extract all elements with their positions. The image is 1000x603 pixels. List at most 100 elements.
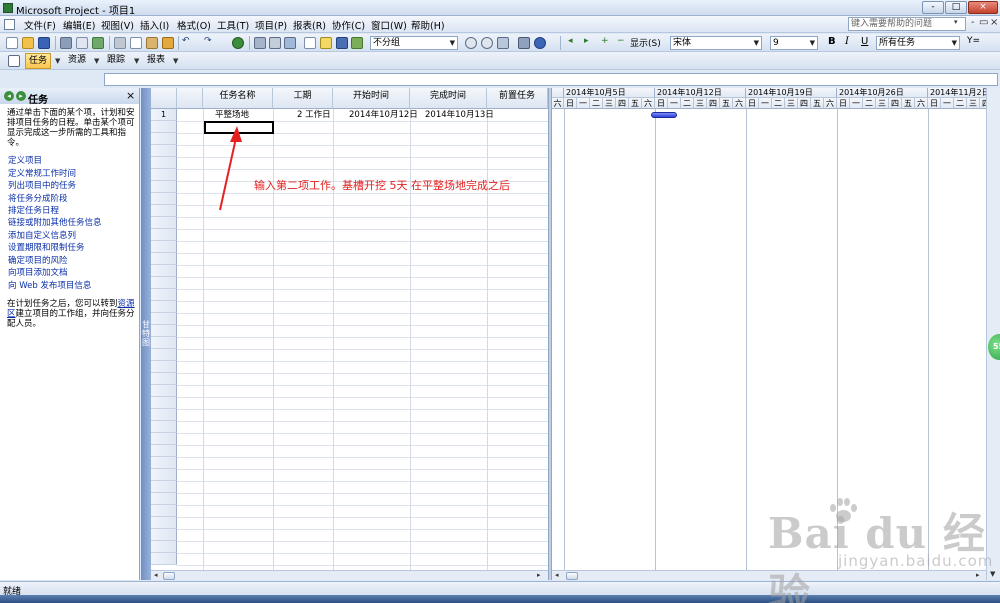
link-link-tasks[interactable]: 链接或附加其他任务信息 — [8, 216, 102, 228]
font-combo[interactable]: 宋体 ▼ — [670, 36, 762, 50]
zoom-in-icon[interactable] — [465, 37, 477, 49]
row-number[interactable] — [151, 409, 177, 421]
help-search-input[interactable]: 键入需要帮助的问题 — [848, 17, 966, 31]
guide-tasks-button[interactable]: 任务 — [25, 53, 51, 69]
link-tasks-icon[interactable] — [254, 37, 266, 49]
split-task-icon[interactable] — [284, 37, 296, 49]
row-number[interactable] — [151, 361, 177, 373]
row-number[interactable] — [151, 529, 177, 541]
show-subtasks-icon[interactable]: + — [601, 36, 609, 46]
link-deadlines[interactable]: 设置期限和限制任务 — [8, 241, 85, 253]
row-number[interactable] — [151, 277, 177, 289]
row-number[interactable] — [151, 205, 177, 217]
menu-file[interactable]: 文件(F) — [24, 18, 56, 32]
column-header-predecessors[interactable]: 前置任务 — [487, 88, 548, 109]
column-header-finish[interactable]: 完成时间 — [410, 88, 487, 109]
row-number[interactable] — [151, 193, 177, 205]
copy-icon[interactable] — [130, 37, 142, 49]
help-icon[interactable] — [534, 37, 546, 49]
document-icon[interactable] — [4, 19, 15, 30]
entry-field-input[interactable] — [104, 73, 998, 86]
link-custom-columns[interactable]: 添加自定义信息列 — [8, 229, 76, 241]
start-cell[interactable]: 2014年10月12日 — [349, 110, 418, 122]
indicator-column-header[interactable]: i — [177, 88, 214, 109]
link-list-tasks[interactable]: 列出项目中的任务 — [8, 179, 76, 191]
menu-tools[interactable]: 工具(T) — [217, 18, 249, 32]
duration-cell[interactable]: 2 工作日 — [297, 110, 331, 122]
show-menu-button[interactable]: 显示(S) — [630, 36, 661, 49]
scroll-to-task-icon[interactable] — [497, 37, 509, 49]
link-publish-web[interactable]: 向 Web 发布项目信息 — [8, 279, 91, 291]
unlink-tasks-icon[interactable] — [269, 37, 281, 49]
link-schedule[interactable]: 排定任务日程 — [8, 204, 59, 216]
format-painter-icon[interactable] — [162, 37, 174, 49]
print-icon[interactable] — [60, 37, 72, 49]
row-number[interactable] — [151, 385, 177, 397]
underline-button[interactable]: U — [861, 36, 868, 47]
row-number[interactable] — [151, 457, 177, 469]
row-number[interactable] — [151, 445, 177, 457]
row-number[interactable]: 1 — [151, 109, 177, 121]
row-number[interactable] — [151, 397, 177, 409]
menu-window[interactable]: 窗口(W) — [371, 18, 407, 32]
hyperlink-globe-icon[interactable] — [232, 37, 244, 49]
menu-collaborate[interactable]: 协作(C) — [332, 18, 365, 32]
zoom-out-icon[interactable] — [481, 37, 493, 49]
row-number[interactable] — [151, 325, 177, 337]
autofilter-button[interactable]: Y= — [967, 36, 980, 46]
row-number[interactable] — [151, 493, 177, 505]
row-number[interactable] — [151, 517, 177, 529]
close-button[interactable]: × — [968, 1, 998, 14]
chevron-down-icon[interactable]: ▼ — [173, 57, 178, 65]
row-number[interactable] — [151, 181, 177, 193]
task-notes-icon[interactable] — [320, 37, 332, 49]
row-number[interactable] — [151, 553, 177, 565]
row-number[interactable] — [151, 337, 177, 349]
menu-insert[interactable]: 插入(I) — [140, 18, 169, 32]
new-icon[interactable] — [6, 37, 18, 49]
task-info-icon[interactable] — [304, 37, 316, 49]
scroll-right-icon[interactable]: ▸ — [537, 571, 541, 579]
row-number[interactable] — [151, 313, 177, 325]
column-header-start[interactable]: 开始时间 — [333, 88, 410, 109]
print-preview-icon[interactable] — [76, 37, 88, 49]
doc-close-button[interactable]: × — [990, 17, 998, 28]
help-dropdown-icon[interactable]: ▾ — [954, 18, 958, 26]
guide-tracking-button[interactable]: 跟踪 — [104, 53, 130, 69]
paste-icon[interactable] — [146, 37, 158, 49]
filter-combo[interactable]: 所有任务 ▼ — [876, 36, 960, 50]
row-number[interactable] — [151, 265, 177, 277]
row-number[interactable] — [151, 241, 177, 253]
open-icon[interactable] — [22, 37, 34, 49]
chevron-down-icon[interactable]: ▼ — [55, 57, 60, 65]
row-number[interactable] — [151, 229, 177, 241]
cut-icon[interactable] — [114, 37, 126, 49]
row-number[interactable] — [151, 169, 177, 181]
scroll-thumb[interactable] — [566, 572, 578, 580]
hide-subtasks-icon[interactable]: − — [617, 36, 625, 46]
gantt-bar[interactable] — [651, 112, 677, 118]
row-number[interactable] — [151, 373, 177, 385]
row-number[interactable] — [151, 421, 177, 433]
row-number[interactable] — [151, 481, 177, 493]
guide-resources-button[interactable]: 资源 — [65, 53, 91, 69]
row-number[interactable] — [151, 133, 177, 145]
link-risks[interactable]: 确定项目的风险 — [8, 254, 68, 266]
view-bar-strip[interactable]: 甘特图 — [141, 88, 151, 580]
spelling-icon[interactable] — [92, 37, 104, 49]
row-number[interactable] — [151, 157, 177, 169]
scroll-left-icon[interactable]: ◂ — [555, 571, 559, 579]
menu-edit[interactable]: 编辑(E) — [63, 18, 95, 32]
select-all-corner[interactable] — [151, 88, 177, 109]
guide-report-button[interactable]: 报表 — [144, 53, 170, 69]
column-header-task-name[interactable]: 任务名称 — [203, 88, 273, 109]
link-define-project[interactable]: 定义项目 — [8, 154, 42, 166]
outdent-icon[interactable]: ◂ — [568, 36, 573, 46]
menu-help[interactable]: 帮助(H) — [411, 18, 445, 32]
task-pane-close-icon[interactable]: × — [126, 89, 135, 102]
undo-icon[interactable]: ↶ — [182, 36, 190, 46]
column-header-duration[interactable]: 工期 — [273, 88, 333, 109]
row-number[interactable] — [151, 541, 177, 553]
assign-resources-icon[interactable] — [336, 37, 348, 49]
row-number[interactable] — [151, 253, 177, 265]
